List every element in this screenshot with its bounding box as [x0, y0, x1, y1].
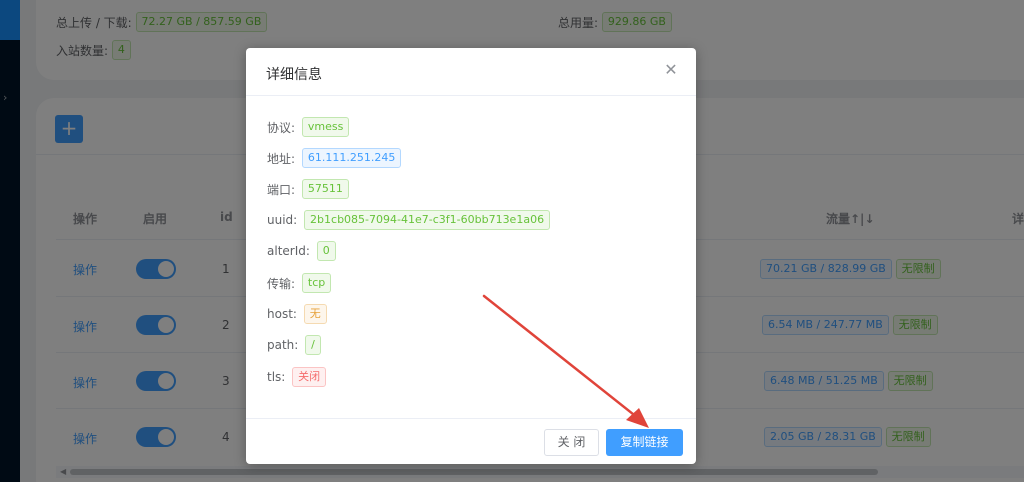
dialog-header-divider	[246, 95, 696, 96]
field-address: 地址: 61.111.251.245	[267, 148, 402, 168]
alterid-value: 0	[316, 241, 336, 261]
protocol-value: vmess	[301, 117, 350, 137]
field-alterid: alterId: 0	[267, 241, 336, 261]
uuid-value: 2b1cb085-7094-41e7-c3f1-60bb713e1a06	[304, 210, 551, 230]
field-transport: 传输: tcp	[267, 273, 332, 293]
field-port: 端口: 57511	[267, 179, 349, 199]
address-value: 61.111.251.245	[301, 148, 402, 168]
copy-link-button[interactable]: 复制链接	[606, 429, 683, 456]
detail-dialog: 详细信息 ✕ 协议: vmess 地址: 61.111.251.245 端口: …	[246, 48, 696, 464]
field-label: host:	[267, 307, 297, 321]
tls-value: 关闭	[292, 367, 327, 387]
field-label: path:	[267, 338, 299, 352]
close-icon[interactable]: ✕	[664, 62, 678, 78]
dialog-footer-divider	[246, 418, 696, 419]
port-value: 57511	[301, 179, 349, 199]
path-value: /	[305, 335, 321, 355]
host-value: 无	[303, 304, 327, 324]
dialog-title: 详细信息	[266, 67, 322, 83]
field-label: 地址:	[267, 151, 296, 166]
field-label: alterId:	[267, 244, 310, 258]
field-label: 端口:	[267, 182, 296, 197]
transport-value: tcp	[301, 273, 332, 293]
field-host: host: 无	[267, 304, 327, 324]
field-path: path: /	[267, 335, 321, 355]
field-tls: tls: 关闭	[267, 367, 327, 387]
field-label: 传输:	[267, 276, 296, 291]
close-button[interactable]: 关 闭	[544, 429, 599, 456]
field-uuid: uuid: 2b1cb085-7094-41e7-c3f1-60bb713e1a…	[267, 210, 551, 230]
field-label: 协议:	[267, 120, 296, 135]
field-label: tls:	[267, 370, 286, 384]
field-label: uuid:	[267, 213, 298, 227]
field-protocol: 协议: vmess	[267, 117, 350, 137]
